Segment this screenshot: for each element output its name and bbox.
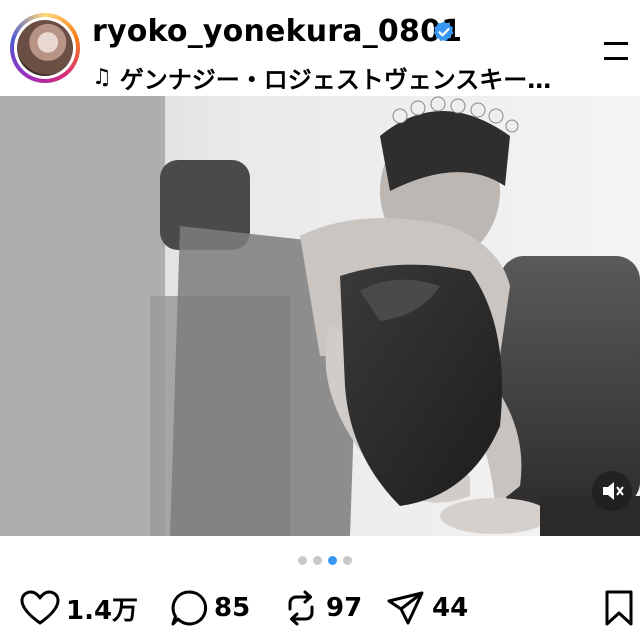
post-photo[interactable] — [0, 96, 640, 536]
pagination-dot-active — [328, 556, 337, 565]
pagination-dot — [313, 556, 322, 565]
music-label[interactable]: ♫ ゲンナジー・ロジェストヴェンスキー… — [92, 60, 551, 95]
action-bar: 1.4万 85 97 44 — [0, 586, 640, 630]
like-button[interactable]: 1.4万 — [20, 586, 138, 630]
avatar[interactable] — [10, 13, 80, 83]
comment-icon — [171, 590, 208, 626]
repost-icon — [288, 590, 314, 626]
comment-button[interactable]: 85 — [170, 586, 250, 630]
comment-count: 85 — [214, 593, 251, 623]
post-header: ryoko_yonekura_0801 ♫ ゲンナジー・ロジェストヴェンスキー… — [0, 0, 640, 96]
mute-button[interactable] — [592, 471, 632, 511]
share-button[interactable]: 44 — [386, 586, 468, 630]
pagination-dot — [298, 556, 307, 565]
music-title: ゲンナジー・ロジェストヴェンスキー… — [119, 66, 552, 94]
repost-count: 97 — [326, 593, 363, 623]
pagination-dots — [298, 556, 352, 566]
menu-icon[interactable] — [602, 36, 632, 66]
send-icon — [387, 591, 424, 625]
share-count: 44 — [432, 593, 469, 623]
photo-image — [0, 96, 640, 536]
speaker-muted-icon — [603, 482, 624, 500]
bookmark-icon — [605, 590, 633, 626]
save-button[interactable] — [604, 586, 634, 630]
pagination-dot — [343, 556, 352, 565]
music-note-icon: ♫ — [92, 65, 112, 90]
avatar-image — [17, 20, 73, 76]
verified-badge-icon — [433, 21, 454, 42]
repost-button[interactable]: 97 — [282, 586, 362, 630]
heart-icon — [20, 590, 60, 625]
username[interactable]: ryoko_yonekura_0801 — [92, 14, 462, 49]
like-count: 1.4万 — [66, 595, 139, 626]
